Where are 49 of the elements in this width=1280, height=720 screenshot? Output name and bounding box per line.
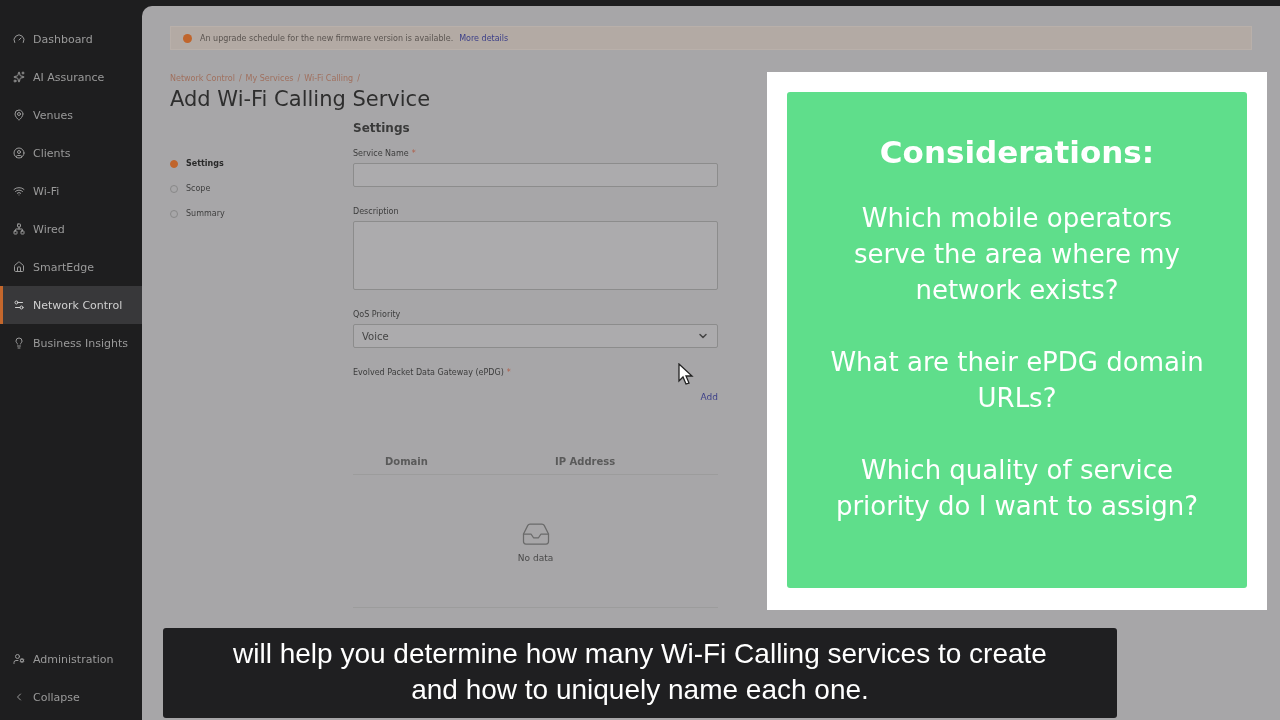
nav-item[interactable]: Network Control [0, 286, 142, 324]
gauge-icon [13, 33, 25, 45]
panel-title: Considerations: [879, 134, 1155, 170]
wizard-step[interactable]: Scope [170, 176, 353, 201]
user-gear-icon [13, 653, 25, 665]
subtitle-caption: will help you determine how many Wi-Fi Calling services to create and how to uniquely name each one. [163, 628, 1117, 718]
network-icon [13, 223, 25, 235]
nav-item[interactable]: Collapse [0, 678, 142, 716]
more-details-link[interactable]: More details [459, 33, 509, 43]
nav-item[interactable]: AI Assurance [0, 58, 142, 96]
alert-icon [183, 33, 192, 43]
section-heading: Settings [353, 121, 411, 135]
question-text: Which mobile operators serve the area where my network exists? [854, 202, 1180, 307]
banner-text: An upgrade schedule for the new firmware version is available. More details [200, 33, 509, 43]
wizard-step[interactable]: Summary [170, 201, 353, 226]
nav-item[interactable]: Dashboard [0, 20, 142, 58]
select-field[interactable]: Voice [353, 324, 718, 348]
field-label: QoS Priority [353, 310, 402, 319]
cursor-icon [678, 363, 694, 385]
lightbulb-icon [13, 337, 25, 349]
wifi-icon [13, 185, 25, 197]
question-text: Which quality of service priority do I want to assign? [835, 454, 1199, 523]
user-circle-icon [13, 147, 25, 159]
column-header: IP Address [554, 455, 617, 467]
house-icon [13, 261, 25, 273]
wizard-step[interactable]: Settings [170, 151, 353, 176]
field-label: Description [353, 207, 400, 216]
breadcrumb-separator: / [357, 74, 360, 83]
breadcrumb-separator: / [297, 74, 301, 83]
nav-item[interactable]: Venues [0, 96, 142, 134]
nav-item[interactable]: Wi-Fi [0, 172, 142, 210]
text-area[interactable] [353, 221, 718, 290]
empty-text: No data [517, 553, 554, 563]
question-text: What are their ePDG domain URLs? [830, 346, 1204, 415]
sparkle-icon [13, 71, 25, 83]
add-link[interactable]: Add [700, 392, 718, 402]
sliders-icon [13, 299, 25, 311]
breadcrumb-separator: / [238, 74, 242, 83]
map-pin-icon [13, 109, 25, 121]
nav-item[interactable]: SmartEdge [0, 248, 142, 286]
nav-item[interactable]: Wired [0, 210, 142, 248]
field-label: Evolved Packet Data Gateway (ePDG) * [353, 368, 512, 377]
nav-item[interactable]: Business Insights [0, 324, 142, 362]
column-header: Domain [384, 455, 429, 467]
page-title: Add Wi-Fi Calling Service [170, 87, 432, 111]
text-field[interactable] [353, 163, 718, 187]
field-label: Service Name * [353, 149, 417, 158]
nav-item[interactable]: Clients [0, 134, 142, 172]
nav-item[interactable]: Administration [0, 640, 142, 678]
